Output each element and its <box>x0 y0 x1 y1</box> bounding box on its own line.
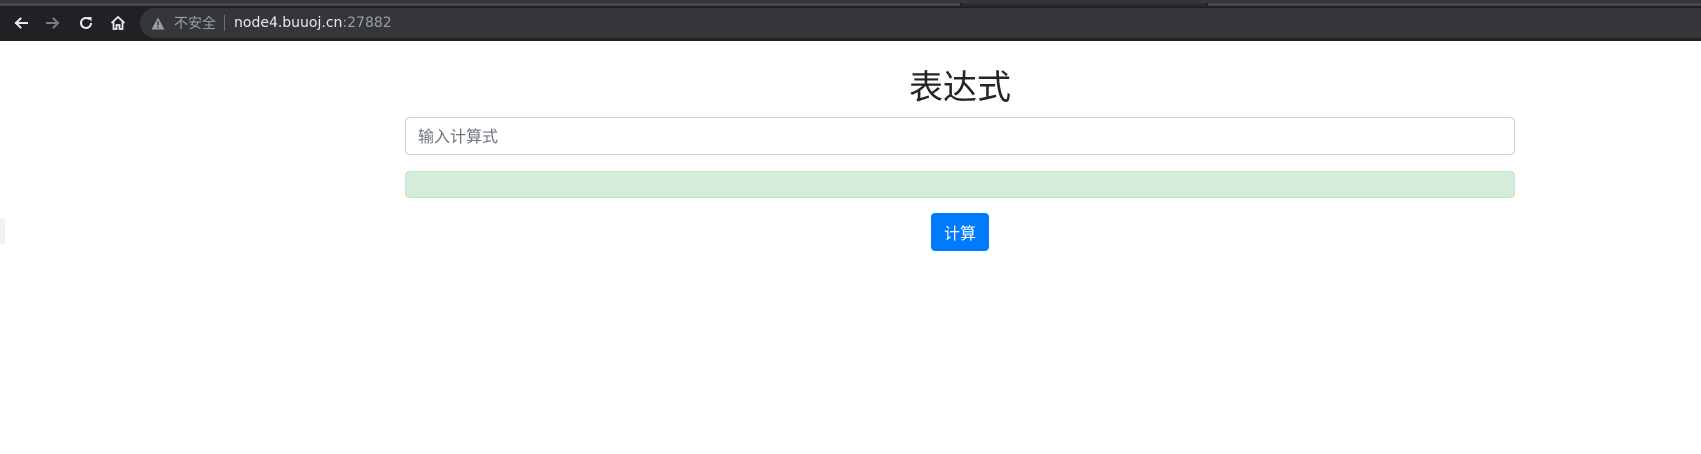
url-host[interactable]: node4.buuoj.cn <box>234 15 342 31</box>
calculate-button[interactable]: 计算 <box>931 213 989 251</box>
divider <box>224 15 225 31</box>
result-alert <box>405 171 1515 198</box>
arrow-right-icon <box>46 17 60 29</box>
home-icon <box>110 15 126 30</box>
home-button[interactable] <box>107 12 129 34</box>
arrow-left-icon <box>14 17 28 29</box>
tab-strip-segment <box>0 3 960 6</box>
tab-strip-segment <box>962 3 1206 6</box>
tab-strip-segment <box>1208 3 1701 6</box>
address-bar[interactable]: 不安全 node4.buuoj.cn :27882 <box>140 8 1701 38</box>
security-status-label[interactable]: 不安全 <box>174 13 216 33</box>
back-button[interactable] <box>10 12 32 34</box>
expression-input[interactable] <box>405 117 1515 155</box>
browser-toolbar: 不安全 node4.buuoj.cn :27882 <box>0 0 1701 41</box>
url-port[interactable]: :27882 <box>342 15 391 31</box>
reload-icon <box>80 16 92 29</box>
reload-button[interactable] <box>75 12 97 34</box>
forward-button[interactable] <box>42 12 64 34</box>
page-title: 表达式 <box>909 68 1011 108</box>
warning-icon[interactable] <box>150 15 166 31</box>
edge-marker <box>0 219 5 244</box>
